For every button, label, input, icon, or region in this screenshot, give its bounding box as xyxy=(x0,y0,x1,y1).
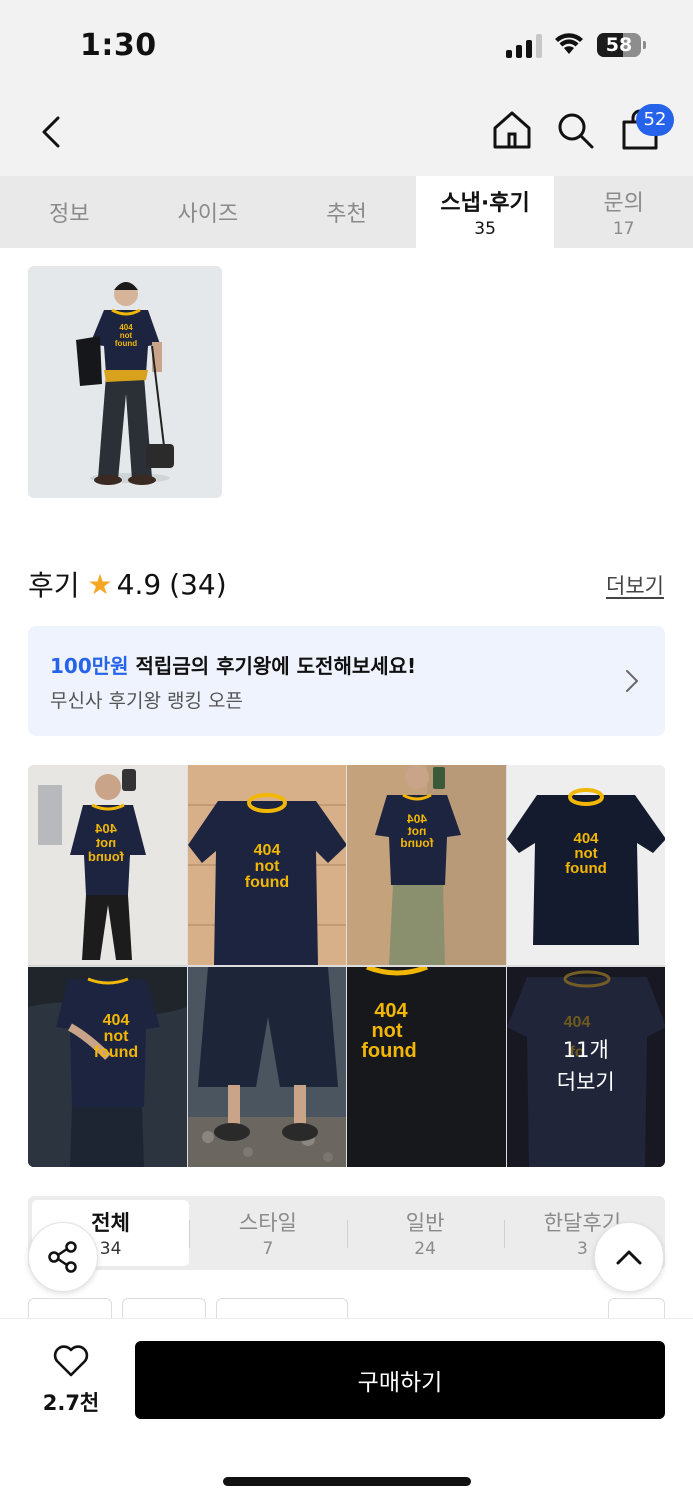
filter-count: 3 xyxy=(576,1239,588,1259)
filter-count: 24 xyxy=(414,1239,436,1259)
svg-text:found: found xyxy=(244,874,288,891)
buy-button[interactable]: 구매하기 xyxy=(135,1341,665,1419)
review-king-banner[interactable]: 100만원 적립금의 후기왕에 도전해보세요! 무신사 후기왕 랭킹 오픈 xyxy=(28,626,665,736)
home-icon[interactable] xyxy=(490,108,534,152)
svg-text:404: 404 xyxy=(253,842,280,859)
scroll-top-button[interactable] xyxy=(594,1222,664,1292)
tab-recommend[interactable]: 추천 xyxy=(277,176,416,248)
review-photo[interactable]: 404 not found xyxy=(506,765,665,966)
like-count: 2.7천 xyxy=(42,1391,100,1415)
filter-chip[interactable] xyxy=(122,1298,206,1320)
home-indicator xyxy=(223,1477,471,1486)
star-icon: ★ xyxy=(87,567,113,601)
signal-icon xyxy=(506,34,544,58)
back-icon[interactable] xyxy=(30,110,74,154)
svg-text:404: 404 xyxy=(103,1012,130,1029)
tab-label: 사이즈 xyxy=(177,202,239,227)
share-icon xyxy=(48,1241,77,1273)
filter-label: 전체 xyxy=(91,1211,130,1235)
chevron-up-icon xyxy=(616,1250,642,1265)
svg-text:not: not xyxy=(95,835,116,850)
tab-count: 35 xyxy=(474,219,496,239)
battery-level: 58 xyxy=(605,34,633,56)
battery-icon: 58 xyxy=(597,33,641,57)
nav-bar: 52 xyxy=(0,90,693,176)
search-icon[interactable] xyxy=(553,108,597,152)
banner-title: 100만원 적립금의 후기왕에 도전해보세요! xyxy=(50,650,416,679)
review-photo[interactable]: 404 not found xyxy=(347,765,506,966)
tab-label: 스냅·후기 xyxy=(440,191,530,216)
svg-text:not: not xyxy=(371,1020,402,1042)
tab-count: 17 xyxy=(612,219,635,239)
svg-text:found: found xyxy=(88,849,124,864)
status-bar: 1:30 58 xyxy=(0,0,693,90)
svg-text:found: found xyxy=(94,1044,138,1061)
review-photo[interactable]: 404 not found xyxy=(28,765,187,966)
review-photo[interactable]: 404 not found xyxy=(347,966,506,1168)
wifi-icon xyxy=(555,33,583,54)
cart-count-badge: 52 xyxy=(636,104,674,136)
chevron-right-icon xyxy=(626,670,639,692)
review-photo[interactable] xyxy=(187,966,346,1168)
banner-subtitle: 무신사 후기왕 랭킹 오픈 xyxy=(50,690,243,712)
review-more-link[interactable]: 더보기 xyxy=(606,570,664,600)
review-photo[interactable]: 404 not found xyxy=(28,966,187,1168)
svg-text:not: not xyxy=(104,1028,130,1045)
more-photos-label: 더보기 xyxy=(556,1069,615,1094)
tab-size[interactable]: 사이즈 xyxy=(139,176,278,248)
review-filter-tabs: 전체 34 스타일 7 일반 24 한달후기 3 xyxy=(28,1196,665,1270)
like-button[interactable]: 2.7천 xyxy=(40,1345,102,1417)
tab-info[interactable]: 정보 xyxy=(0,176,139,248)
more-photos-overlay: 11개 더보기 xyxy=(506,966,665,1167)
svg-text:found: found xyxy=(565,860,607,877)
banner-highlight: 100만원 xyxy=(50,654,129,678)
filter-count: 7 xyxy=(262,1239,274,1259)
banner-title-text: 적립금의 후기왕에 도전해보세요! xyxy=(128,654,417,678)
heart-icon xyxy=(53,1345,89,1377)
more-photos-count: 11개 xyxy=(562,1038,609,1063)
filter-chip[interactable] xyxy=(216,1298,348,1320)
status-time: 1:30 xyxy=(80,28,157,63)
filter-label: 스타일 xyxy=(238,1211,297,1235)
svg-text:found: found xyxy=(400,836,433,850)
review-photo[interactable]: 404 not found xyxy=(187,765,346,966)
tab-inquiry[interactable]: 문의 17 xyxy=(554,176,693,248)
tab-label: 문의 xyxy=(603,191,644,216)
svg-text:not: not xyxy=(254,858,280,875)
svg-text:404: 404 xyxy=(94,821,116,836)
bottom-purchase-bar: 2.7천 구매하기 xyxy=(0,1318,693,1500)
svg-text:found: found xyxy=(361,1040,417,1062)
filter-label: 일반 xyxy=(405,1211,445,1235)
tab-snap-review[interactable]: 스냅·후기 35 xyxy=(415,176,555,248)
tab-label: 추천 xyxy=(326,202,367,227)
review-count: (34) xyxy=(169,567,227,601)
share-button[interactable] xyxy=(28,1222,98,1292)
review-photo-more[interactable]: 404 fo 11개 더보기 xyxy=(506,966,665,1167)
review-photo-grid: 404 not found 404 not found 404 not foun… xyxy=(28,765,665,1167)
model-photo: 404 not found xyxy=(28,266,222,498)
filter-count: 34 xyxy=(99,1239,122,1259)
filter-chip[interactable] xyxy=(28,1298,112,1320)
svg-text:404: 404 xyxy=(374,1000,408,1022)
review-chip-row xyxy=(28,1298,665,1320)
filter-chip[interactable] xyxy=(608,1298,665,1320)
section-tabs: 정보 사이즈 추천 스냅·후기 35 문의 17 xyxy=(0,176,693,248)
snap-photo[interactable]: 404 not found xyxy=(28,266,222,498)
tab-label: 정보 xyxy=(49,202,90,227)
filter-general[interactable]: 일반 24 xyxy=(346,1200,504,1266)
filter-style[interactable]: 스타일 7 xyxy=(189,1200,346,1266)
review-title: 후기 xyxy=(28,569,80,602)
review-header: 후기 ★ 4.9 (34) xyxy=(28,564,227,604)
review-rating: 4.9 xyxy=(116,567,162,601)
svg-text:found: found xyxy=(115,339,137,348)
